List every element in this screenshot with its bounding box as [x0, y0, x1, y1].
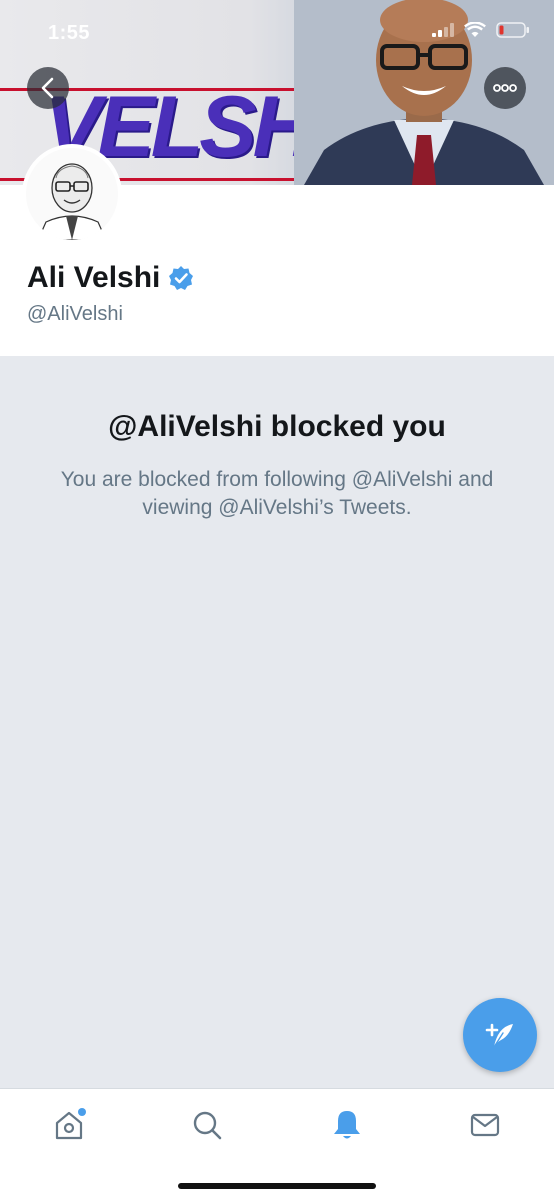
tab-home[interactable]: [49, 1105, 89, 1145]
avatar[interactable]: [26, 148, 118, 240]
back-button[interactable]: [27, 67, 69, 109]
bell-icon: [334, 1111, 360, 1139]
blocked-title: @AliVelshi blocked you: [108, 410, 446, 443]
blocked-message: You are blocked from following @AliVelsh…: [60, 468, 494, 519]
chevron-left-icon: [41, 77, 54, 99]
verified-badge-icon: [169, 266, 194, 290]
name-row: Ali Velshi: [27, 261, 194, 295]
tab-notifications[interactable]: [327, 1105, 367, 1145]
mail-icon: [470, 1113, 500, 1137]
status-bar: 1:55: [0, 0, 554, 66]
home-icon: [55, 1108, 86, 1140]
signal-icon: [432, 23, 454, 37]
compose-tweet-button[interactable]: [463, 998, 537, 1072]
battery-icon: [496, 22, 529, 38]
display-name: Ali Velshi: [27, 261, 161, 294]
more-options-button[interactable]: [484, 67, 526, 109]
compose-feather-icon: [485, 1023, 513, 1048]
profile-handle: @AliVelshi: [27, 303, 123, 325]
avatar-sketch-image: [26, 148, 118, 240]
status-time: 1:55: [48, 22, 91, 44]
ellipsis-icon: [493, 84, 517, 92]
status-icons: [432, 22, 530, 38]
wifi-icon: [464, 22, 486, 37]
search-icon: [193, 1111, 222, 1140]
home-indicator: [178, 1183, 376, 1189]
tab-messages[interactable]: [465, 1105, 505, 1145]
tab-search[interactable]: [187, 1105, 227, 1145]
